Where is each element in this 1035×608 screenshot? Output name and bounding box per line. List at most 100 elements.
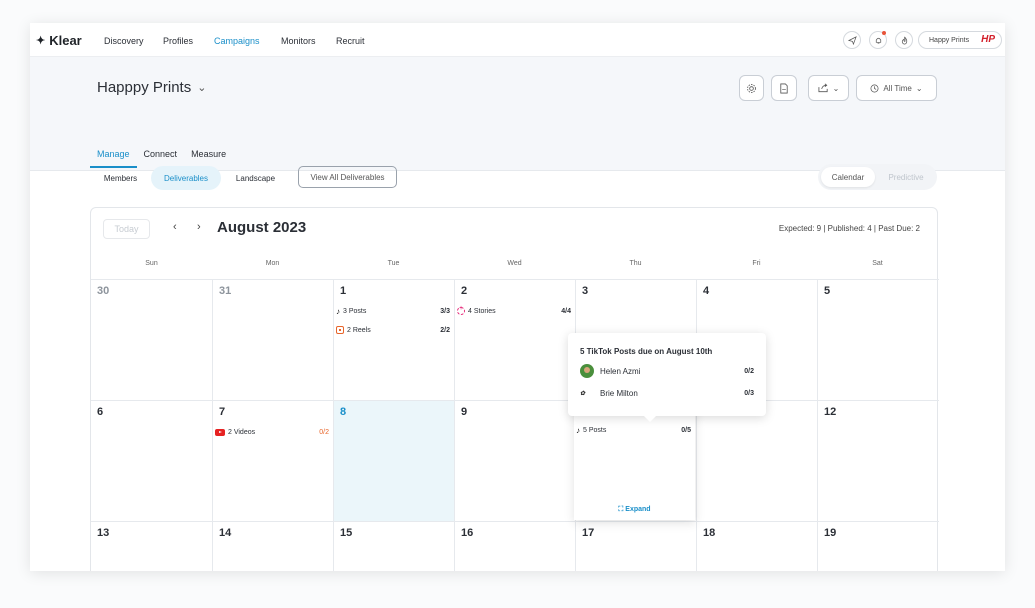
toggle-calendar[interactable]: Calendar [821, 167, 875, 187]
day-number: 31 [219, 285, 232, 297]
event-label: 2 Videos [228, 428, 256, 436]
day-number: 3 [582, 285, 589, 297]
day-cell[interactable]: 31 [212, 279, 333, 400]
day-number: 12 [824, 406, 837, 418]
nav-recruit[interactable]: Recruit [336, 36, 365, 46]
day-cell-today[interactable]: 8 [333, 400, 454, 521]
project-title: Happpy Prints [97, 79, 192, 96]
day-cell[interactable]: 15 [333, 521, 454, 571]
weekday-label: Mon [265, 260, 280, 267]
event-count: 2/2 [440, 326, 450, 334]
weekday-label: Sat [872, 260, 883, 267]
tiktok-icon: ♪ [576, 425, 580, 435]
nav-monitors[interactable]: Monitors [281, 36, 316, 46]
instagram-reels-icon [336, 326, 344, 334]
popover-title: 5 TikTok Posts due on August 10th [580, 347, 713, 356]
day-number: 7 [219, 406, 226, 418]
day-cell[interactable]: 1 ♪ 3 Posts 3/3 2 Reels 2/2 [333, 279, 454, 400]
day-cell[interactable]: 2 4 Stories 4/4 [454, 279, 575, 400]
account-switcher[interactable]: Happy Prints HP [918, 31, 1002, 49]
event-count: 0/5 [681, 426, 691, 434]
weekday-label: Wed [507, 260, 522, 267]
day-number: 14 [219, 527, 232, 539]
deliverable-event[interactable]: 2 Videos 0/2 [215, 426, 329, 438]
creator-progress: 0/2 [744, 367, 754, 375]
project-selector[interactable]: Happpy Prints ⌄ [97, 79, 206, 96]
toggle-predictive[interactable]: Predictive [878, 167, 934, 187]
klear-logo[interactable]: ✦ Klear [36, 33, 82, 48]
clock-icon [870, 84, 879, 92]
day-number: 13 [97, 527, 110, 539]
event-label: 5 Posts [583, 426, 607, 434]
weekday-label: Thu [629, 260, 642, 267]
day-cell[interactable]: 17 [575, 521, 696, 571]
day-cell[interactable]: 11 [696, 400, 817, 521]
calendar: Today ‹ › August 2023 Expected: 9 | Publ… [90, 207, 939, 571]
notification-dot [882, 31, 886, 35]
day-cell[interactable]: 7 2 Videos 0/2 [212, 400, 333, 521]
top-nav: ✦ Klear Discovery Profiles Campaigns Mon… [30, 23, 1005, 57]
notifications-button[interactable] [869, 31, 887, 49]
flame-button[interactable] [895, 31, 913, 49]
expanded-day-card[interactable]: 10 ♪ 5 Posts 0/5 ⛶ Expand [574, 399, 695, 520]
day-cell[interactable]: 6 [91, 400, 212, 521]
previous-month-icon[interactable]: ‹ [173, 221, 177, 233]
send-button[interactable] [843, 31, 861, 49]
day-number: 18 [703, 527, 716, 539]
expand-button[interactable]: ⛶ Expand [574, 506, 695, 514]
creator-row[interactable]: Helen Azmi 0/2 [580, 364, 754, 378]
day-cell[interactable]: 19 [817, 521, 939, 571]
event-label: 2 Reels [347, 326, 371, 334]
nav-discovery[interactable]: Discovery [104, 36, 144, 46]
day-cell[interactable]: 13 [91, 521, 212, 571]
chevron-down-icon: ⌄ [197, 82, 207, 94]
event-count: 0/2 [319, 428, 329, 436]
day-number: 16 [461, 527, 474, 539]
creator-row[interactable]: ✿ Brie Milton 0/3 [580, 386, 754, 400]
event-label: 4 Stories [468, 307, 496, 315]
chevron-down-icon: ⌄ [915, 83, 923, 93]
pdf-export-button[interactable] [771, 75, 797, 101]
day-cell[interactable]: 9 [454, 400, 575, 521]
subtab-members[interactable]: Members [93, 166, 148, 190]
youtube-icon [215, 428, 225, 436]
deliverable-event[interactable]: ♪ 3 Posts 3/3 [336, 305, 450, 317]
pdf-file-icon [780, 83, 788, 93]
view-toggle: Calendar Predictive [818, 164, 937, 190]
today-button[interactable]: Today [103, 219, 150, 239]
day-cell[interactable]: 12 [817, 400, 939, 521]
deliverable-event[interactable]: 2 Reels 2/2 [336, 324, 450, 336]
day-cell[interactable]: 5 [817, 279, 939, 400]
account-logo: HP [981, 34, 995, 45]
klear-logo-icon: ✦ [36, 35, 46, 47]
day-cell[interactable]: 14 [212, 521, 333, 571]
day-number: 17 [582, 527, 595, 539]
creator-progress: 0/3 [744, 389, 754, 397]
creator-name: Helen Azmi [600, 366, 641, 376]
event-count: 4/4 [561, 307, 571, 315]
event-label: 3 Posts [343, 307, 367, 315]
day-cell[interactable]: 18 [696, 521, 817, 571]
day-number: 5 [824, 285, 831, 297]
nav-profiles[interactable]: Profiles [163, 36, 193, 46]
share-dropdown-button[interactable]: ⌄ [808, 75, 849, 101]
deliverable-event[interactable]: ♪ 5 Posts 0/5 [576, 424, 691, 436]
subtab-deliverables[interactable]: Deliverables [151, 166, 221, 190]
logo-text: Klear [49, 33, 82, 48]
deliverable-popover: 5 TikTok Posts due on August 10th Helen … [568, 333, 766, 422]
next-month-icon[interactable]: › [197, 221, 201, 233]
subtab-landscape[interactable]: Landscape [226, 166, 285, 190]
month-title: August 2023 [217, 219, 307, 236]
day-cell[interactable]: 30 [91, 279, 212, 400]
deliverable-event[interactable]: 4 Stories 4/4 [457, 305, 571, 317]
view-all-deliverables-button[interactable]: View All Deliverables [298, 166, 397, 188]
weekday-label: Fri [752, 260, 761, 267]
account-name: Happy Prints [929, 36, 970, 44]
settings-button[interactable] [739, 75, 764, 101]
day-cell[interactable]: 16 [454, 521, 575, 571]
instagram-stories-icon [457, 305, 465, 315]
nav-campaigns[interactable]: Campaigns [214, 36, 260, 46]
avatar [580, 364, 594, 378]
time-filter-label: All Time [883, 83, 912, 93]
time-filter-dropdown[interactable]: All Time ⌄ [856, 75, 937, 101]
